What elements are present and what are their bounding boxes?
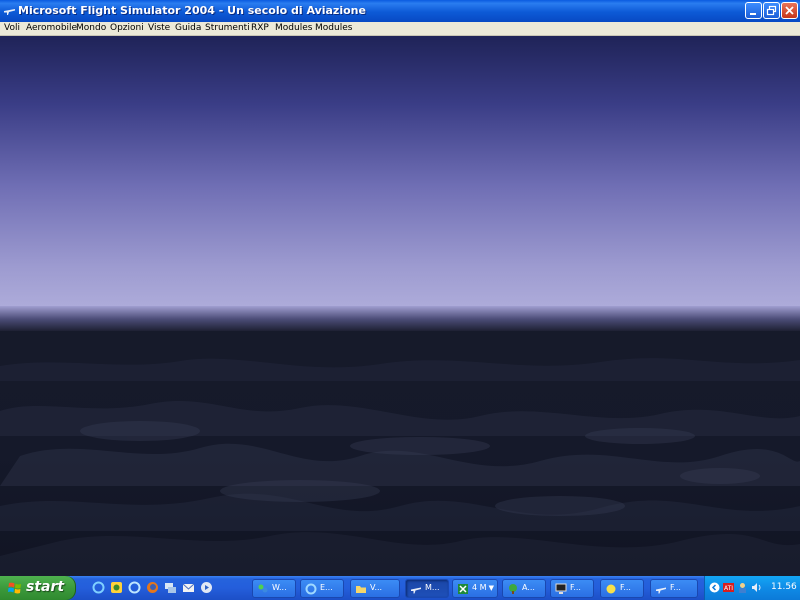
game-viewport[interactable]: [0, 36, 800, 576]
minimize-icon: [750, 13, 756, 15]
speaker-icon[interactable]: [751, 582, 762, 593]
task-button-4[interactable]: M...: [405, 579, 449, 598]
firefox-icon[interactable]: [146, 581, 159, 594]
task-button-1[interactable]: W...: [252, 579, 296, 598]
tree-icon: [509, 584, 517, 594]
menu-bar: Voli Aeromobile Mondo Opzioni Viste Guid…: [0, 22, 800, 36]
menu-guida[interactable]: Guida: [175, 22, 201, 34]
messenger-icon: [258, 584, 268, 593]
task-label: 4 M: [472, 583, 487, 592]
plane-icon: [411, 587, 421, 594]
menu-aeromobile[interactable]: Aeromobile: [26, 22, 77, 34]
taskbar: start W... E... V... M... 4 M ▼ A... F..…: [0, 576, 800, 600]
excel-icon: [458, 584, 468, 594]
task-button-5[interactable]: 4 M ▼: [452, 579, 498, 598]
horizon-haze: [0, 306, 800, 332]
task-button-6[interactable]: A...: [502, 579, 546, 598]
windows-logo-icon: [8, 582, 21, 594]
plane-icon: [4, 9, 15, 15]
menu-mondo[interactable]: Mondo: [76, 22, 106, 34]
task-label: F...: [620, 583, 631, 592]
task-label: A...: [522, 583, 535, 592]
menu-modules-2[interactable]: Modules: [315, 22, 352, 34]
task-button-8[interactable]: F...: [600, 579, 644, 598]
task-label: V...: [370, 583, 383, 592]
folder-icon: [356, 586, 366, 593]
chevron-down-icon: ▼: [488, 584, 494, 592]
ie-icon[interactable]: [92, 581, 105, 594]
plane-icon: [656, 587, 666, 594]
menu-voli[interactable]: Voli: [4, 22, 20, 34]
restore-icon: [766, 5, 777, 16]
mail-icon[interactable]: [182, 581, 195, 594]
task-label: F...: [670, 583, 681, 592]
close-icon: [785, 6, 794, 15]
title-bar[interactable]: Microsoft Flight Simulator 2004 - Un sec…: [0, 0, 800, 22]
close-button[interactable]: [781, 2, 798, 19]
menu-viste[interactable]: Viste: [148, 22, 170, 34]
task-button-2[interactable]: E...: [300, 579, 344, 598]
network-icon[interactable]: [164, 581, 177, 594]
restore-button[interactable]: [763, 2, 780, 19]
chevron-left-icon[interactable]: [709, 582, 720, 593]
sky: [0, 36, 800, 308]
menu-strumenti[interactable]: Strumenti: [205, 22, 250, 34]
minimize-button[interactable]: [745, 2, 762, 19]
system-tray: ATI 11.56: [704, 576, 800, 600]
app-icon[interactable]: [110, 581, 123, 594]
menu-rxp[interactable]: RXP: [251, 22, 269, 34]
task-label: E...: [320, 583, 333, 592]
svg-text:ATI: ATI: [724, 585, 733, 592]
task-label: W...: [272, 583, 287, 592]
user-icon[interactable]: [737, 582, 748, 593]
ie-icon-2[interactable]: [128, 581, 141, 594]
task-button-7[interactable]: F...: [550, 579, 594, 598]
task-button-3[interactable]: V...: [350, 579, 400, 598]
menu-modules[interactable]: Modules: [275, 22, 312, 34]
task-label: F...: [570, 583, 581, 592]
media-icon[interactable]: [200, 581, 213, 594]
monitor-icon: [555, 583, 567, 594]
ie-icon: [305, 583, 317, 595]
window-title: Microsoft Flight Simulator 2004 - Un sec…: [18, 4, 366, 17]
clock[interactable]: 11.56: [771, 582, 797, 592]
ati-icon[interactable]: ATI: [723, 582, 734, 593]
menu-opzioni[interactable]: Opzioni: [110, 22, 144, 34]
task-label: M...: [425, 583, 440, 592]
task-button-9[interactable]: F...: [650, 579, 698, 598]
start-button[interactable]: start: [0, 576, 76, 600]
start-label: start: [26, 579, 65, 595]
sun-icon: [606, 584, 616, 594]
